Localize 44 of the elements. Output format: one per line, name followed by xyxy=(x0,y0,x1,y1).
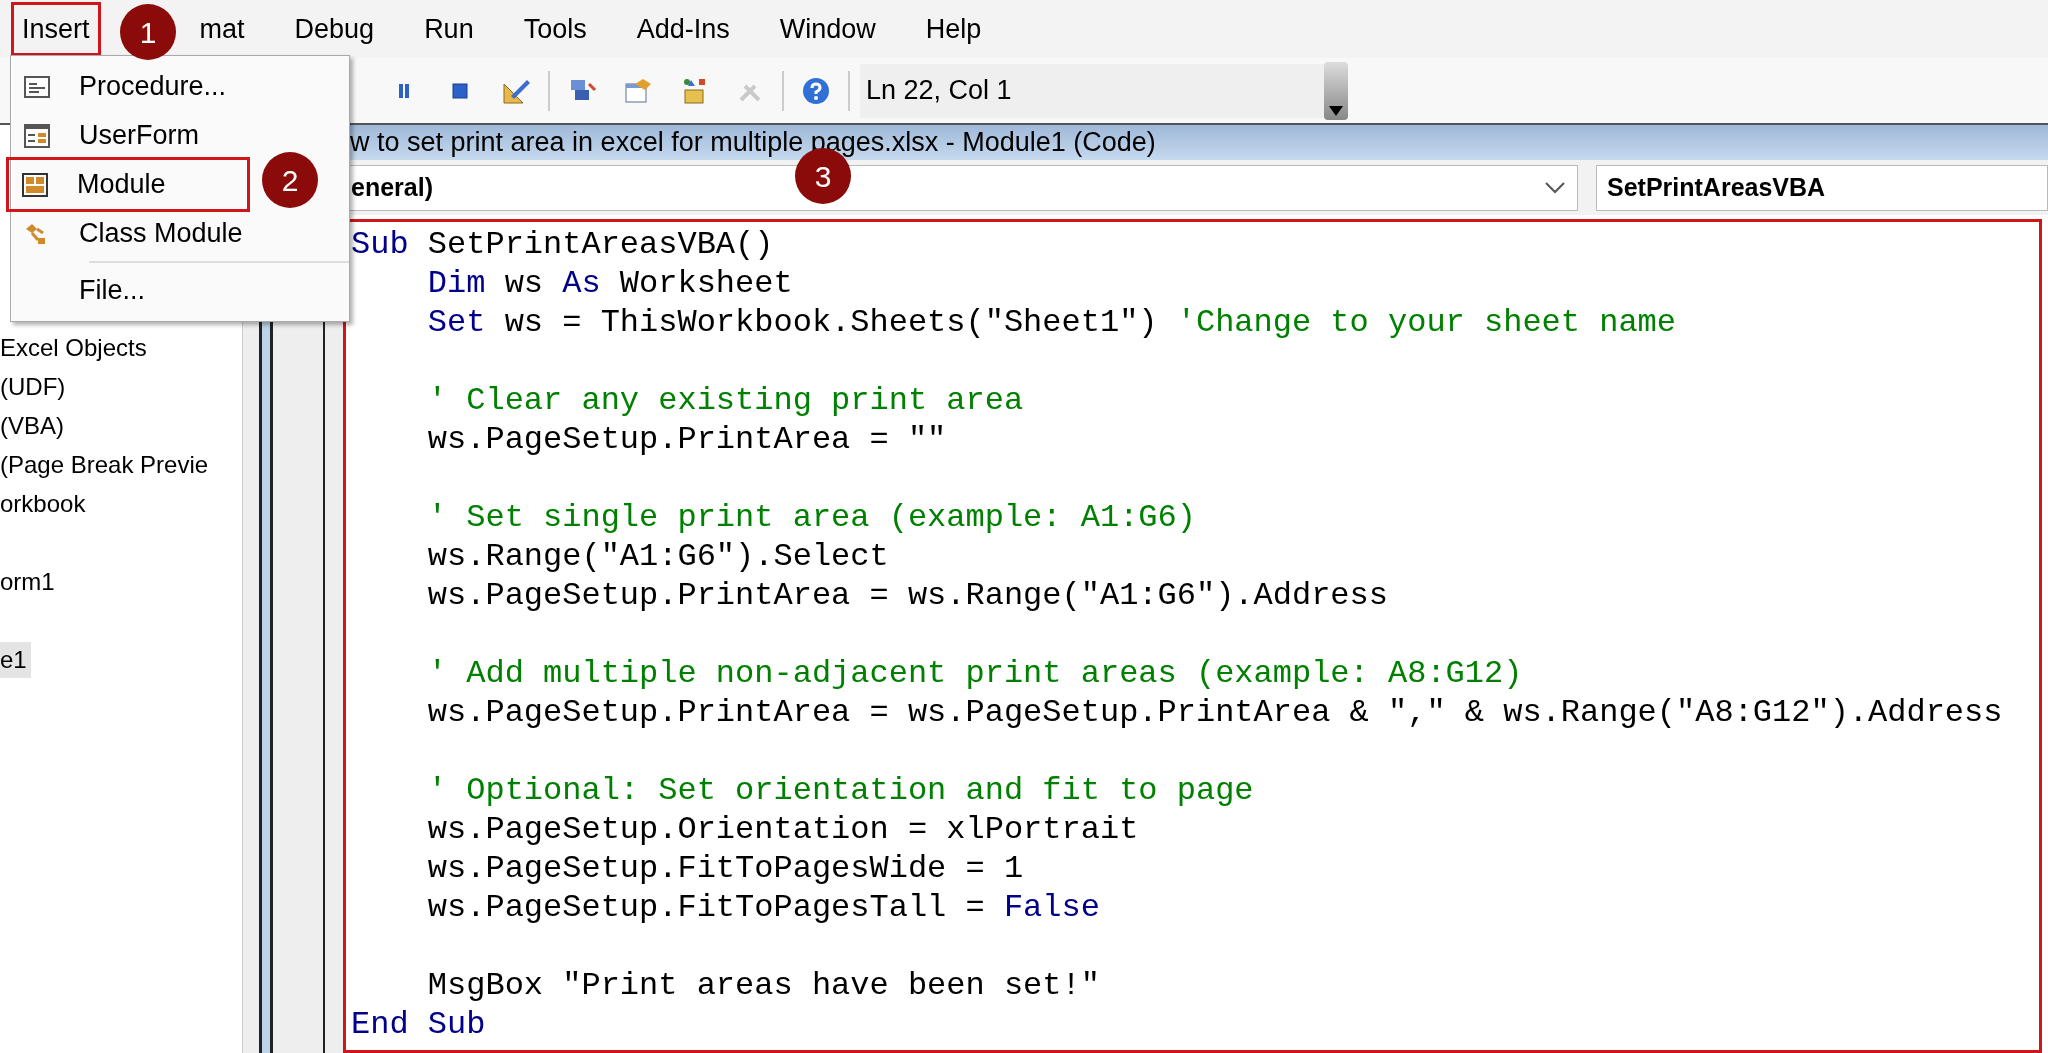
code-line: ' Clear any existing print area xyxy=(427,382,1024,419)
code-line: ws.PageSetup.PrintArea = "" xyxy=(427,421,947,458)
tree-item[interactable]: Excel Objects xyxy=(0,329,151,366)
code-line: ws.PageSetup.PrintArea = ws.Range("A1:G6").Address xyxy=(427,577,1388,614)
chevron-down-icon xyxy=(1545,181,1565,194)
menu-item[interactable]: Help xyxy=(917,4,990,54)
procedure-dropdown[interactable]: SetPrintAreasVBA xyxy=(1596,164,2048,211)
code-line: ws.PageSetup.PrintArea = ws.PageSetup.PrintArea & "," & ws.Range("A8:G12").Address xyxy=(427,694,2003,731)
help-icon xyxy=(801,75,831,106)
menu-option[interactable]: Procedure... xyxy=(11,62,349,111)
menu-item[interactable]: Run xyxy=(416,4,482,54)
code-line: ' Optional: Set orientation and fit to page xyxy=(427,772,1254,809)
menu-item[interactable]: mat xyxy=(191,4,253,54)
code-line: MsgBox "Print areas have been set!" xyxy=(427,967,1100,1004)
tree-item[interactable]: (UDF) xyxy=(0,368,70,405)
tree-item[interactable]: (Page Break Previe xyxy=(0,446,213,483)
code-line: Sub SetPrintAreasVBA() xyxy=(351,226,774,263)
toolbar-grip[interactable] xyxy=(1324,61,1348,120)
code-line: Dim ws As Worksheet xyxy=(427,265,793,302)
menu-item[interactable]: Debug xyxy=(286,4,383,54)
tree-item[interactable]: orkbook xyxy=(0,485,90,522)
tree-item[interactable]: orm1 xyxy=(0,563,59,600)
module-icon xyxy=(21,170,49,199)
dropdown-arrow-icon xyxy=(1329,105,1343,116)
code-line: End Sub xyxy=(351,1006,486,1043)
menu-option[interactable]: File... xyxy=(11,266,349,315)
cursor-position-field: Ln 22, Col 1 xyxy=(860,63,1324,118)
code-line: ws.Range("A1:G6").Select xyxy=(427,538,889,575)
code-line: ' Set single print area (example: A1:G6) xyxy=(427,499,1196,536)
code-line: Set ws = ThisWorkbook.Sheets("Sheet1") 'Change to your sheet name xyxy=(427,304,1676,341)
tree-item[interactable]: e1 xyxy=(0,641,31,678)
menu-item[interactable]: Window xyxy=(771,4,884,54)
code-line: ws.PageSetup.FitToPagesTall = False xyxy=(427,889,1100,926)
code-editor[interactable] xyxy=(343,219,2042,1053)
window-form-icon xyxy=(23,121,51,150)
menu-option[interactable]: Class Module xyxy=(11,209,349,258)
menu-option[interactable]: Module xyxy=(9,160,247,209)
menu-item[interactable]: Insert xyxy=(14,4,98,54)
code-line: ' Add multiple non-adjacent print areas (example: A8:G12) xyxy=(427,655,1523,692)
menu-item[interactable]: Add-Ins xyxy=(628,4,738,54)
tree-item[interactable]: (VBA) xyxy=(0,407,68,444)
code-line: ws.PageSetup.FitToPagesWide = 1 xyxy=(427,850,1024,887)
menu-item[interactable]: Tools xyxy=(515,4,595,54)
code-line: ws.PageSetup.Orientation = xlPortrait xyxy=(427,811,1139,848)
